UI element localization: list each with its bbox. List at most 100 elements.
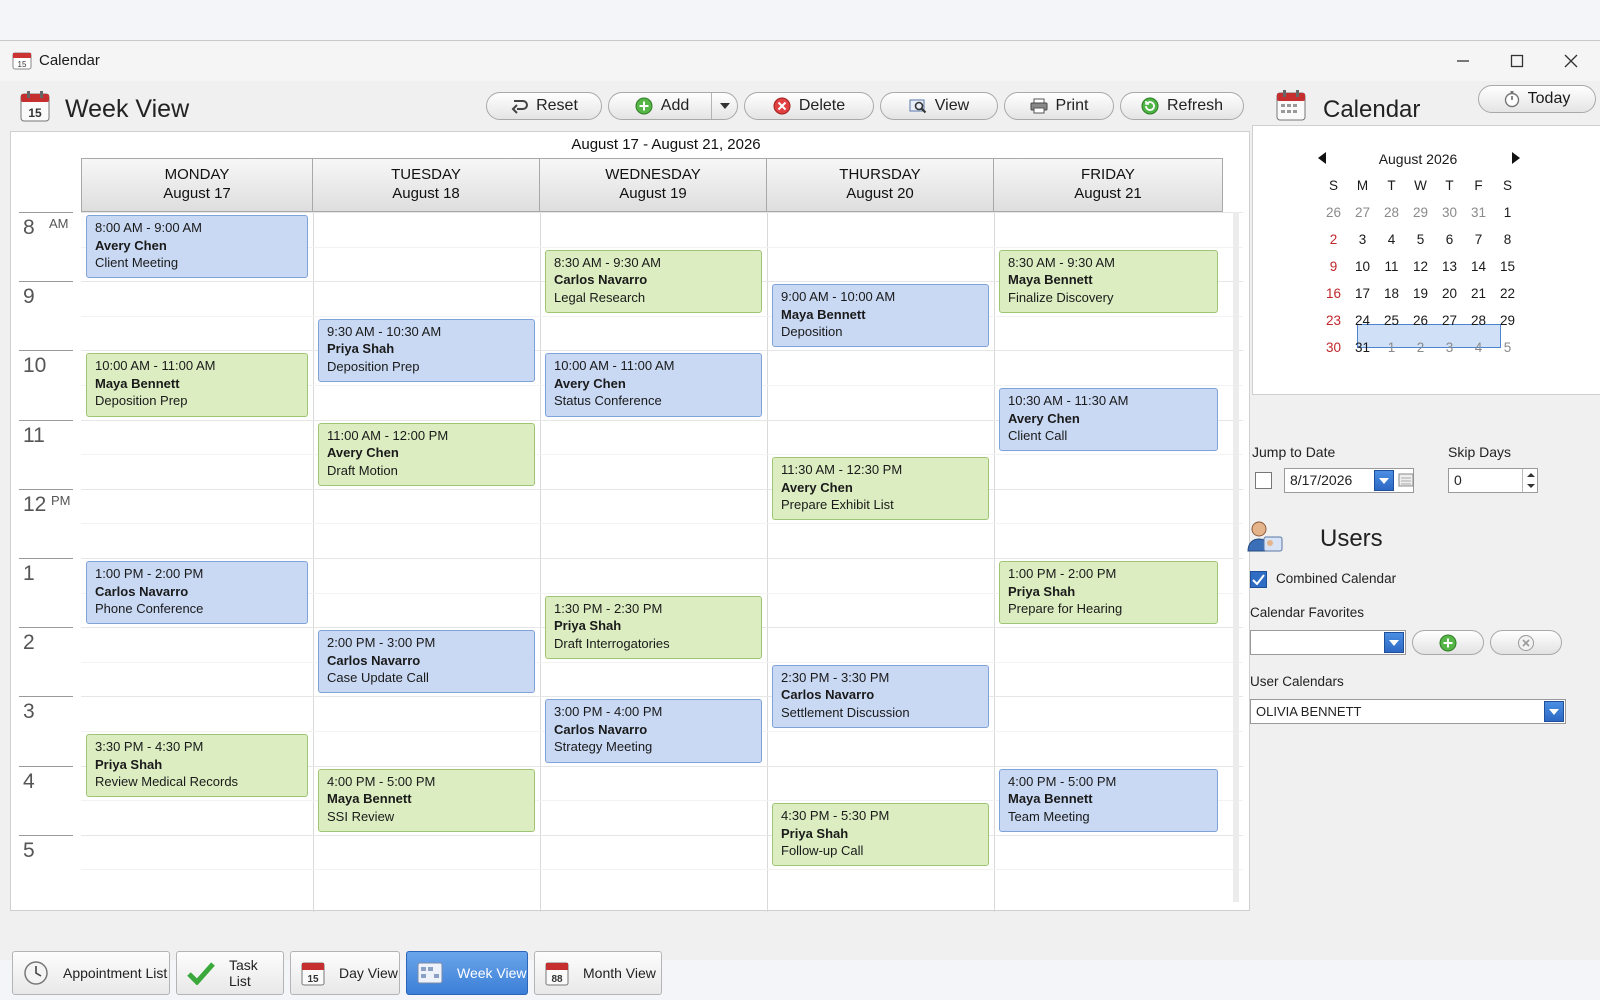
minimize-button[interactable] [1440, 45, 1486, 77]
add-dropdown-button[interactable] [711, 93, 737, 119]
hour-label: 10 [23, 354, 47, 378]
appointment-card[interactable]: 4:00 PM - 5:00 PM Maya Bennett Team Meetin… [999, 768, 1218, 832]
calendar-day[interactable]: 27 [1435, 310, 1464, 332]
view-button[interactable]: View [880, 92, 998, 120]
calendar-day[interactable]: 17 [1348, 283, 1377, 305]
sidebar: Calendar Today August 2026 S M T W T F S 26 27 28… [1247, 85, 1600, 953]
day-header-monday[interactable]: MONDAY August 17 [81, 158, 313, 212]
vertical-scrollbar[interactable] [1233, 212, 1239, 902]
calendar-day[interactable]: 3 [1348, 229, 1377, 251]
calendar-day[interactable]: 24 [1348, 310, 1377, 332]
calendar-day[interactable]: 22 [1493, 283, 1522, 305]
appointment-card[interactable]: 4:30 PM - 5:30 PM Priya Shah Follow-up Cal… [772, 803, 989, 867]
calendar-day[interactable]: 9 [1319, 256, 1348, 278]
user-calendars-select[interactable]: OLIVIA BENNETT [1250, 699, 1566, 724]
maximize-button[interactable] [1494, 45, 1540, 77]
combined-calendar-checkbox[interactable] [1250, 571, 1267, 588]
close-button[interactable] [1548, 45, 1594, 77]
appointment-card[interactable]: 1:30 PM - 2:30 PM Priya Shah Draft Interro… [545, 595, 762, 659]
calendar-day[interactable]: 13 [1435, 256, 1464, 278]
calendar-day[interactable]: 31 [1464, 202, 1493, 224]
skip-days-stepper[interactable] [1522, 469, 1538, 492]
appointment-card[interactable]: 2:30 PM - 3:30 PM Carlos Navarro Settlemen… [772, 664, 989, 728]
remove-favorite-button[interactable] [1490, 630, 1562, 655]
calendar-day[interactable]: 6 [1435, 229, 1464, 251]
appointment-card[interactable]: 2:00 PM - 3:00 PM Carlos Navarro Case Upda… [318, 630, 535, 694]
calendar-day[interactable]: 25 [1377, 310, 1406, 332]
calendar-day[interactable]: 28 [1464, 310, 1493, 332]
delete-button[interactable]: Delete [744, 92, 874, 120]
print-button[interactable]: Print [1004, 92, 1114, 120]
calendar-day[interactable]: 2 [1406, 337, 1435, 359]
calendar-day[interactable]: 26 [1319, 202, 1348, 224]
calendar-day[interactable]: 28 [1377, 202, 1406, 224]
refresh-button[interactable]: Refresh [1120, 92, 1244, 120]
day-header-friday[interactable]: FRIDAY August 21 [994, 158, 1223, 212]
day-header-tuesday[interactable]: TUESDAY August 18 [313, 158, 540, 212]
favorites-dropdown-button[interactable] [1384, 632, 1404, 653]
calendar-day[interactable]: 8 [1493, 229, 1522, 251]
day-header-thursday[interactable]: THURSDAY August 20 [767, 158, 994, 212]
tab-task-list[interactable]: Task List [176, 951, 284, 995]
jump-to-date-checkbox[interactable] [1255, 472, 1272, 489]
appointment-card[interactable]: 10:30 AM - 11:30 AM Avery Chen Client Call [999, 388, 1218, 452]
calendar-picker-icon[interactable] [1398, 473, 1414, 487]
calendar-day[interactable]: 26 [1406, 310, 1435, 332]
today-button[interactable]: Today [1478, 85, 1596, 113]
appointment-card[interactable]: 1:00 PM - 2:00 PM Carlos Navarro Phone Con… [86, 561, 308, 625]
add-favorite-button[interactable] [1412, 630, 1484, 655]
appointment-card[interactable]: 10:00 AM - 11:00 AM Avery Chen Status Conf… [545, 353, 762, 417]
calendar-day[interactable]: 29 [1493, 310, 1522, 332]
calendar-day[interactable]: 7 [1464, 229, 1493, 251]
calendar-day[interactable]: 18 [1377, 283, 1406, 305]
calendar-day[interactable]: 5 [1406, 229, 1435, 251]
calendar-day[interactable]: 3 [1435, 337, 1464, 359]
calendar-day[interactable]: 5 [1493, 337, 1522, 359]
tab-week-view[interactable]: Week View [406, 951, 528, 995]
reset-button[interactable]: Reset [486, 92, 602, 120]
date-dropdown-button[interactable] [1374, 470, 1394, 491]
calendar-day[interactable]: 1 [1377, 337, 1406, 359]
appointment-card[interactable]: 3:00 PM - 4:00 PM Carlos Navarro Strategy … [545, 699, 762, 763]
appointment-card[interactable]: 4:00 PM - 5:00 PM Maya Bennett SSI Review [318, 768, 535, 832]
calendar-day[interactable]: 4 [1464, 337, 1493, 359]
user-calendars-dropdown-button[interactable] [1544, 701, 1564, 722]
next-month-icon[interactable] [1511, 152, 1521, 164]
calendar-favorites-select[interactable] [1250, 630, 1406, 655]
calendar-day[interactable]: 12 [1406, 256, 1435, 278]
appointment-card[interactable]: 3:30 PM - 4:30 PM Priya Shah Review Medica… [86, 734, 308, 798]
calendar-day[interactable]: 19 [1406, 283, 1435, 305]
calendar-day[interactable]: 29 [1406, 202, 1435, 224]
appointment-card[interactable]: 9:30 AM - 10:30 AM Priya Shah Deposition P… [318, 318, 535, 382]
calendar-day[interactable]: 1 [1493, 202, 1522, 224]
calendar-day[interactable]: 30 [1319, 337, 1348, 359]
tab-appointment-list[interactable]: Appointment List [12, 951, 170, 995]
add-button[interactable]: Add [608, 92, 738, 120]
calendar-day[interactable]: 10 [1348, 256, 1377, 278]
appointment-card[interactable]: 8:00 AM - 9:00 AM Avery Chen Client Meetin… [86, 215, 308, 279]
calendar-day[interactable]: 21 [1464, 283, 1493, 305]
calendar-day[interactable]: 16 [1319, 283, 1348, 305]
calendar-day[interactable]: 23 [1319, 310, 1348, 332]
calendar-day[interactable]: 27 [1348, 202, 1377, 224]
delete-icon [773, 97, 791, 115]
appointment-card[interactable]: 1:00 PM - 2:00 PM Priya Shah Prepare for H… [999, 561, 1218, 625]
calendar-day[interactable]: 4 [1377, 229, 1406, 251]
appointment-card[interactable]: 9:00 AM - 10:00 AM Maya Bennett Deposition [772, 284, 989, 348]
calendar-day[interactable]: 14 [1464, 256, 1493, 278]
calendar-day[interactable]: 30 [1435, 202, 1464, 224]
appointment-card[interactable]: 8:30 AM - 9:30 AM Carlos Navarro Legal Res… [545, 249, 762, 313]
tab-day-view[interactable]: 15 Day View [290, 951, 400, 995]
day-header-wednesday[interactable]: WEDNESDAY August 19 [540, 158, 767, 212]
appointment-card[interactable]: 11:00 AM - 12:00 PM Avery Chen Draft Motio… [318, 422, 535, 486]
calendar-day[interactable]: 20 [1435, 283, 1464, 305]
calendar-day[interactable]: 11 [1377, 256, 1406, 278]
tab-month-view[interactable]: 88 Month View [534, 951, 662, 995]
calendar-day[interactable]: 2 [1319, 229, 1348, 251]
appointment-card[interactable]: 8:30 AM - 9:30 AM Maya Bennett Finalize Di… [999, 249, 1218, 313]
calendar-day[interactable]: 31 [1348, 337, 1377, 359]
jump-date-field[interactable]: 8/17/2026 [1284, 468, 1414, 493]
calendar-day[interactable]: 15 [1493, 256, 1522, 278]
appointment-card[interactable]: 10:00 AM - 11:00 AM Maya Bennett Depositio… [86, 353, 308, 417]
appointment-card[interactable]: 11:30 AM - 12:30 PM Avery Chen Prepare Exh… [772, 457, 989, 521]
